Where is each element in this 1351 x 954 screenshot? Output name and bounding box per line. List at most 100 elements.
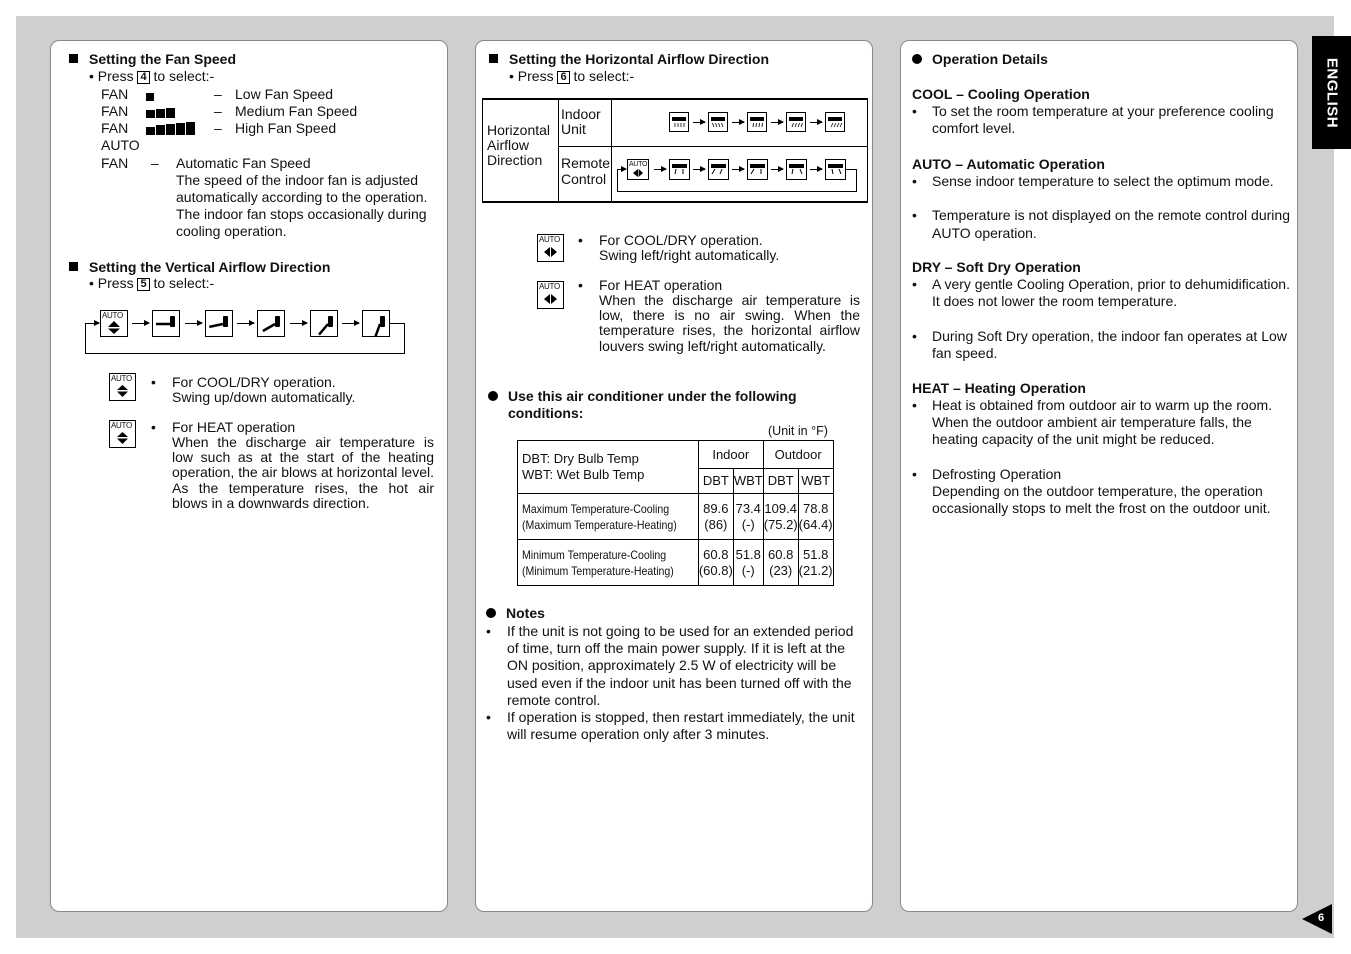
horizontal-heading: Setting the Horizontal Airflow Direction	[489, 51, 769, 67]
page-number: 6	[1318, 912, 1325, 924]
vertical-heading: Setting the Vertical Airflow Direction	[69, 259, 330, 275]
arrow-icon	[184, 320, 203, 326]
horizontal-cool-text: Swing left/right automatically.	[599, 247, 780, 263]
fan-speed-bars-icon	[146, 88, 155, 101]
press-post-text: to select:-	[153, 68, 215, 84]
vertical-auto-icon-cool: AUTO	[109, 373, 136, 401]
vertical-heat-text: When the discharge air temperature is lo…	[172, 434, 434, 511]
conditions-title-2: conditions:	[508, 405, 584, 421]
horizontal-auto-icon-cool: AUTO	[537, 234, 564, 262]
operation-item: Heat is obtained from outdoor air to war…	[932, 397, 1273, 448]
value: 60.8	[703, 546, 729, 562]
bullet: •	[578, 232, 583, 248]
auto-desc-line: The indoor fan stops occasionally during	[176, 206, 427, 222]
vertical-auto-swing-icon: AUTO	[100, 310, 128, 337]
bullet: •	[912, 103, 917, 119]
value: (-)	[741, 516, 755, 532]
press-post-text: to select:-	[153, 275, 215, 291]
operation-section-heading: DRY – Soft Dry Operation	[912, 259, 1081, 275]
conditions-title: Use this air conditioner under the follo…	[508, 388, 797, 404]
horizontal-heat-text: When the discharge air temperature is lo…	[599, 292, 860, 354]
horizontal-press-line: • Press 6 to select:-	[509, 68, 634, 85]
round-bullet-icon	[488, 391, 498, 401]
operation-item: Temperature is not displayed on the remo…	[932, 207, 1290, 241]
value-cell: 60.8 (23)	[762, 539, 799, 586]
language-tab: ENGLISH	[1312, 36, 1351, 149]
press-text: • Press	[89, 275, 134, 291]
value-cell: 51.8 (-)	[732, 539, 764, 586]
auto-desc-line: cooling operation.	[176, 223, 287, 239]
value: (21.2)	[798, 562, 833, 578]
arrow-icon	[771, 119, 784, 125]
dash: –	[214, 86, 222, 102]
bullet: •	[151, 419, 156, 435]
dash: –	[214, 120, 222, 136]
value: 51.8	[803, 546, 829, 562]
remote-control-label: Remote Control	[561, 155, 611, 187]
operation-section-heading: HEAT – Heating Operation	[912, 380, 1086, 396]
value-cell: 60.8 (60.8)	[697, 539, 734, 586]
row-label: Minimum Temperature-Cooling	[522, 547, 667, 562]
round-bullet-icon	[486, 608, 496, 618]
value-cell: 78.8 (64.4)	[797, 493, 834, 540]
value: (60.8)	[698, 562, 733, 578]
table-row: Maximum Temperature-Cooling (Maximum Temp…	[517, 493, 834, 540]
conditions-heading: Use this air conditioner under the follo…	[488, 388, 797, 422]
value: (-)	[741, 562, 755, 578]
sub-header: WBT	[797, 468, 834, 494]
vertical-position-4-icon	[309, 310, 338, 337]
vertical-press-line: • Press 5 to select:-	[89, 275, 214, 292]
remote-louver-position-2-icon	[708, 159, 729, 180]
fan-speed-bars-icon	[146, 122, 196, 135]
sub-header: WBT	[732, 468, 764, 494]
value: 73.4	[735, 500, 761, 516]
operation-item: Defrosting Operation Depending on the ou…	[932, 465, 1271, 517]
fan-label: FAN	[101, 103, 129, 119]
panel-operation-details: Operation Details COOL – Cooling Operati…	[900, 40, 1298, 912]
square-bullet-icon	[69, 54, 78, 63]
fan-label: FAN	[101, 86, 129, 102]
auto-fan-label-2: FAN	[101, 155, 129, 171]
bullet: •	[912, 327, 917, 344]
value: 60.8	[768, 546, 794, 562]
page-number-marker	[1302, 904, 1332, 934]
horizontal-auto-swing-icon: AUTO	[627, 159, 649, 180]
operation-item: During Soft Dry operation, the indoor fa…	[932, 327, 1287, 361]
fan-speed-press-line: • Press 4 to select:-	[89, 68, 214, 85]
operation-item: To set the room temperature at your pref…	[932, 103, 1274, 137]
vertical-position-1-icon	[152, 310, 180, 337]
vertical-key-5[interactable]: 5	[137, 278, 150, 291]
horizontal-auto-icon-heat: AUTO	[537, 281, 564, 309]
row-label: Maximum Temperature-Cooling	[522, 501, 670, 516]
legend-cell: DBT: Dry Bulb Temp WBT: Wet Bulb Temp	[517, 440, 699, 494]
square-bullet-icon	[69, 262, 78, 271]
table-row: Minimum Temperature-Cooling (Minimum Temp…	[517, 539, 834, 586]
value-cell: 109.4 (75.2)	[762, 493, 799, 540]
vertical-position-2-icon	[204, 310, 233, 337]
outdoor-header: Outdoor	[762, 440, 834, 469]
row-label-cell: Maximum Temperature-Cooling (Maximum Temp…	[517, 493, 699, 540]
row-header: Horizontal Airflow Direction	[487, 122, 551, 168]
horizontal-key-6[interactable]: 6	[557, 71, 570, 84]
value: 51.8	[735, 546, 761, 562]
bullet: •	[912, 207, 917, 224]
remote-louver-position-4-icon	[786, 159, 807, 180]
auto-fan-description: The speed of the indoor fan is adjusted a…	[176, 172, 427, 240]
value: (64.4)	[798, 516, 833, 532]
language-tab-label: ENGLISH	[1323, 57, 1340, 128]
unit-label: (Unit in °F)	[768, 424, 828, 438]
row-label: (Maximum Temperature-Heating)	[522, 517, 677, 532]
arrow-icon	[237, 320, 255, 326]
note-item: If the unit is not going to be used for …	[507, 623, 854, 708]
indoor-louver-position-3-icon	[747, 112, 767, 132]
arrow-icon	[771, 166, 784, 172]
indoor-louver-position-2-icon	[708, 112, 728, 132]
vertical-position-5-icon	[362, 310, 390, 338]
arrow-icon	[289, 320, 308, 326]
fan-speed-key-4[interactable]: 4	[137, 71, 150, 84]
sub-header: DBT	[762, 468, 799, 494]
indoor-louver-position-4-icon	[786, 112, 806, 132]
row-label: (Minimum Temperature-Heating)	[522, 563, 674, 578]
arrow-icon	[132, 320, 150, 326]
bullet: •	[912, 465, 917, 482]
